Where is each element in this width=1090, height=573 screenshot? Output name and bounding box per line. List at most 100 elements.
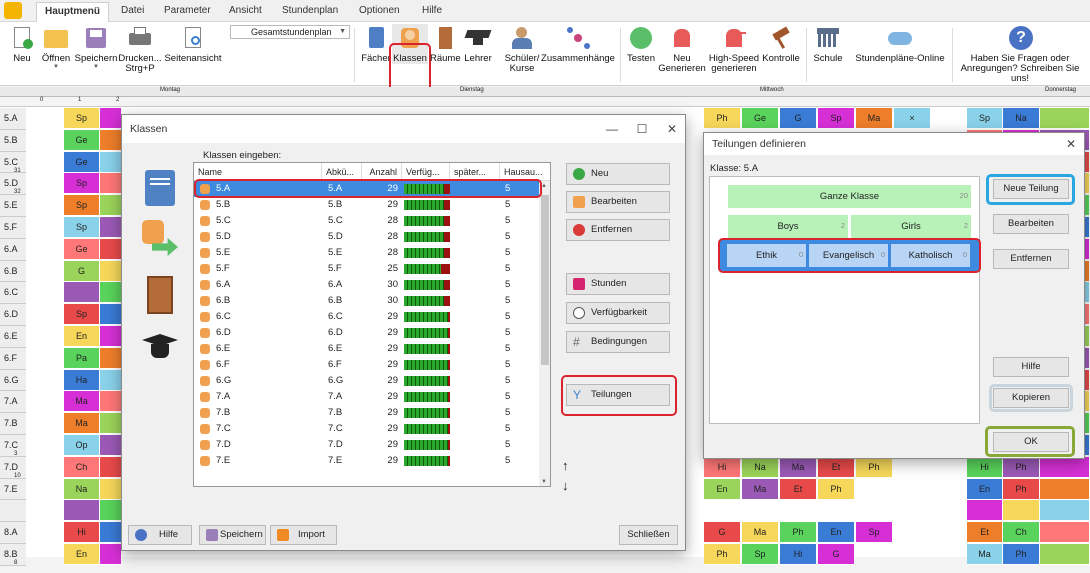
- lesson-cell[interactable]: [100, 369, 122, 391]
- grid-row-label[interactable]: 5.F: [0, 217, 26, 239]
- entfernen-button[interactable]: Entfernen: [993, 249, 1069, 269]
- lesson-cell[interactable]: [1040, 544, 1090, 565]
- tab-optionen[interactable]: Optionen: [359, 5, 400, 16]
- book-icon[interactable]: [145, 170, 175, 206]
- lesson-cell[interactable]: Hi: [64, 522, 100, 544]
- table-row[interactable]: 7.B 7.B 29 5: [194, 405, 539, 421]
- lesson-cell[interactable]: Ch: [64, 456, 100, 478]
- table-row[interactable]: 6.B 6.B 30 5: [194, 293, 539, 309]
- entfernen-button[interactable]: Entfernen: [566, 219, 670, 241]
- lesson-cell[interactable]: [1040, 456, 1090, 478]
- lesson-cell[interactable]: Et: [818, 456, 855, 478]
- table-row[interactable]: 5.E 5.E 28 5: [194, 245, 539, 261]
- lesson-cell[interactable]: G: [64, 260, 100, 282]
- lesson-cell[interactable]: Na: [64, 478, 100, 500]
- tab-ansicht[interactable]: Ansicht: [229, 5, 262, 16]
- feedback-button[interactable]: ? Haben Sie Fragen oder Anregungen? Schre…: [955, 24, 1085, 84]
- lesson-cell[interactable]: En: [967, 478, 1003, 500]
- lesson-cell[interactable]: Ph: [818, 478, 855, 500]
- grid-row-label[interactable]: 5.D 32: [0, 173, 26, 195]
- lesson-cell[interactable]: Sp: [967, 108, 1003, 129]
- speichern-button[interactable]: Speichern ▼: [74, 24, 118, 70]
- lesson-cell[interactable]: Ge: [64, 151, 100, 173]
- lesson-cell[interactable]: Ma: [742, 478, 779, 500]
- graduation-cap-icon[interactable]: [140, 330, 180, 366]
- bearbeiten-button[interactable]: Bearbeiten: [566, 191, 670, 213]
- lesson-cell[interactable]: [100, 282, 122, 304]
- lesson-cell[interactable]: Ch: [1003, 522, 1040, 544]
- grid-row-label[interactable]: 6.E: [0, 326, 26, 348]
- stunden-button[interactable]: Stunden: [566, 273, 670, 295]
- lesson-cell[interactable]: Ph: [856, 456, 893, 478]
- table-row[interactable]: 5.F 5.F 25 5: [194, 261, 539, 277]
- faecher-button[interactable]: Fächer: [360, 24, 392, 64]
- lesson-cell[interactable]: Na: [1003, 108, 1040, 129]
- table-row[interactable]: 5.D 5.D 28 5: [194, 229, 539, 245]
- lesson-cell[interactable]: Sp: [742, 544, 779, 565]
- view-select[interactable]: Gesamtstundenplan ▼: [230, 25, 350, 39]
- zusammenhaenge-button[interactable]: Zusammenhänge: [540, 24, 616, 64]
- grid-row-label[interactable]: 8.B 8: [0, 544, 26, 566]
- lesson-cell[interactable]: [100, 544, 122, 565]
- highspeed-button[interactable]: High-Speed generieren: [708, 24, 760, 74]
- schliessen-button[interactable]: Schließen: [619, 525, 678, 545]
- lesson-cell[interactable]: Et: [780, 478, 817, 500]
- grid-row-label[interactable]: 7.B: [0, 413, 26, 435]
- lesson-cell[interactable]: Ge: [742, 108, 779, 129]
- table-row[interactable]: 7.E 7.E 29 5: [194, 453, 539, 469]
- grid-row-label[interactable]: 8.A: [0, 522, 26, 544]
- lesson-cell[interactable]: Ph: [1003, 478, 1040, 500]
- schule-button[interactable]: Schule: [810, 24, 846, 64]
- lesson-cell[interactable]: [1040, 500, 1090, 522]
- testen-button[interactable]: Testen: [624, 24, 658, 64]
- scrollbar-thumb[interactable]: [541, 195, 549, 365]
- bearbeiten-button[interactable]: Bearbeiten: [993, 214, 1069, 234]
- lesson-cell[interactable]: [100, 522, 122, 544]
- lesson-cell[interactable]: [100, 435, 122, 456]
- raeume-button[interactable]: Räume: [430, 24, 461, 64]
- import-button[interactable]: Import: [270, 525, 337, 545]
- grid-row-label[interactable]: [0, 500, 26, 523]
- table-row[interactable]: 6.D 6.D 29 5: [194, 325, 539, 341]
- move-down-icon[interactable]: ↓: [562, 478, 569, 493]
- class-table[interactable]: Name Abkü... Anzahl Verfüg... später... …: [193, 162, 551, 487]
- door-icon[interactable]: [147, 276, 173, 314]
- lesson-cell[interactable]: Ma: [856, 108, 893, 129]
- table-row[interactable]: 7.D 7.D 29 5: [194, 437, 539, 453]
- lesson-cell[interactable]: G: [780, 108, 817, 129]
- lesson-cell[interactable]: [64, 282, 100, 304]
- tab-datei[interactable]: Datei: [121, 5, 144, 16]
- grid-row-label[interactable]: 6.F: [0, 347, 26, 370]
- hilfe-button[interactable]: Hilfe: [128, 525, 192, 545]
- grid-row-label[interactable]: 6.C: [0, 282, 26, 305]
- lesson-cell[interactable]: Ph: [1003, 456, 1040, 478]
- drucken-button[interactable]: Drucken... Strg+P: [118, 24, 162, 74]
- lesson-cell[interactable]: Na: [742, 456, 779, 478]
- grid-row-label[interactable]: 7.E: [0, 478, 26, 501]
- lesson-cell[interactable]: En: [704, 478, 741, 500]
- lesson-cell[interactable]: Ma: [780, 456, 817, 478]
- neu-generieren-button[interactable]: Neu Generieren: [658, 24, 706, 74]
- grid-row-label[interactable]: 7.C 3: [0, 435, 26, 457]
- lesson-cell[interactable]: Ph: [704, 108, 741, 129]
- ganze-klasse-block[interactable]: Ganze Klasse 20: [728, 185, 971, 208]
- lesson-cell[interactable]: [1003, 500, 1040, 522]
- lesson-cell[interactable]: G: [704, 522, 741, 544]
- lesson-cell[interactable]: [100, 260, 122, 282]
- minimize-icon[interactable]: —: [597, 115, 627, 143]
- lesson-cell[interactable]: [967, 500, 1003, 522]
- grid-row-label[interactable]: 6.B: [0, 260, 26, 283]
- lesson-cell[interactable]: Sp: [64, 173, 100, 195]
- lesson-cell[interactable]: G: [818, 544, 855, 565]
- table-row[interactable]: 5.B 5.B 29 5: [194, 197, 539, 213]
- scroll-down-icon[interactable]: ▼: [541, 479, 547, 485]
- class-transfer-icon[interactable]: [140, 220, 180, 262]
- lesson-cell[interactable]: [100, 195, 122, 217]
- lesson-cell[interactable]: [100, 108, 122, 129]
- tab-hauptmenue[interactable]: Hauptmenü: [36, 2, 109, 22]
- lesson-cell[interactable]: Hi: [704, 456, 741, 478]
- grid-row-label[interactable]: 6.D: [0, 304, 26, 326]
- verfuegbarkeit-button[interactable]: Verfügbarkeit: [566, 302, 670, 324]
- lesson-cell[interactable]: Ph: [780, 522, 817, 544]
- lesson-cell[interactable]: Sp: [64, 304, 100, 326]
